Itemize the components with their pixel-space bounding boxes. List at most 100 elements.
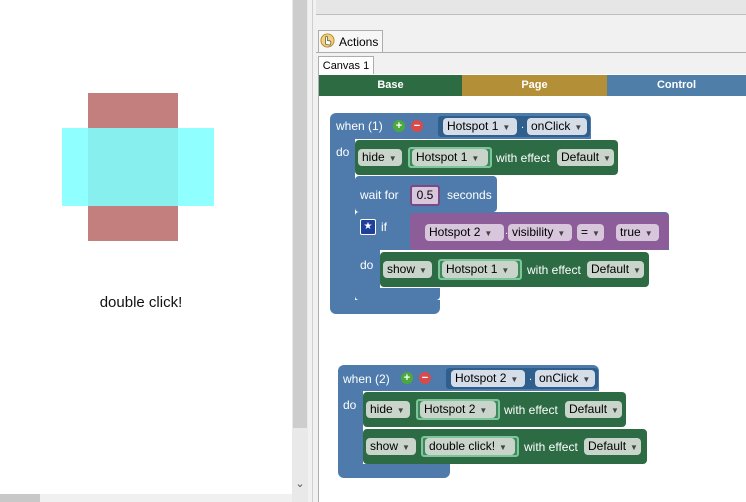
dot-separator: . [521,119,525,131]
show-2-target-value: double click! [429,439,496,453]
add-icon[interactable]: + [393,120,405,132]
category-page[interactable]: Page [462,75,607,96]
when-1-target-dropdown[interactable]: Hotspot 1 ▼ [443,118,517,135]
hotspot-2-shape[interactable] [62,128,214,206]
when-2-target-dropdown[interactable]: Hotspot 2 ▼ [451,370,525,387]
show-2-target-dropdown[interactable]: double click! ▼ [425,438,515,455]
wait-duration-input[interactable]: 0.5 [410,185,440,206]
dropdown-arrow-icon: ▼ [499,443,507,452]
show-target-dropdown[interactable]: Hotspot 1 ▼ [442,261,518,278]
dropdown-arrow-icon: ▼ [402,443,410,452]
hide-effect-label: with effect [496,151,550,165]
dropdown-arrow-icon: ▼ [603,154,611,163]
show-action-dropdown[interactable]: show ▼ [383,261,432,278]
category-control[interactable]: Control [607,75,746,96]
double-click-text[interactable]: double click! [0,294,282,311]
dropdown-arrow-icon: ▼ [557,229,566,238]
when-2-do-label: do [343,398,357,412]
tab-separator [316,52,746,53]
dropdown-arrow-icon: ▼ [592,229,600,238]
condition-operator-dropdown[interactable]: = ▼ [577,224,604,241]
preview-canvas [0,0,292,494]
dropdown-arrow-icon: ▼ [644,229,653,238]
dropdown-arrow-icon: ▼ [396,406,405,415]
dropdown-arrow-icon: ▼ [510,375,519,384]
tab-actions-label: Actions [339,35,379,49]
hide-target-dropdown[interactable]: Hotspot 1 ▼ [412,149,488,166]
show-action-value: show [387,262,416,276]
if-do-label: do [360,258,374,272]
add-icon[interactable]: + [401,372,413,384]
show-2-effect-label: with effect [524,440,578,454]
when-2-target-value: Hotspot 2 [455,371,507,385]
when-2-block-footer [338,464,450,478]
star-icon[interactable]: ★ [360,219,376,235]
if-label: if [381,220,387,234]
preview-vertical-scroll-thumb[interactable] [293,0,307,428]
condition-target-value: Hotspot 2 [429,225,481,239]
hide-2-effect-label: with effect [504,403,558,417]
dropdown-arrow-icon: ▼ [633,266,641,275]
when-1-label: when (1) [336,119,383,133]
hide-2-target-dropdown[interactable]: Hotspot 2 ▼ [420,401,496,418]
show-effect-value: Default [591,262,630,276]
condition-value-value: true [620,225,641,239]
show-2-action-value: show [370,439,399,453]
dropdown-arrow-icon: ▼ [574,123,583,132]
hide-2-effect-dropdown[interactable]: Default ▼ [565,401,622,418]
hide-action-dropdown[interactable]: hide ▼ [358,149,402,166]
hide-2-action-value: hide [370,402,393,416]
show-target-value: Hotspot 1 [446,262,498,276]
condition-operator-value: = [581,225,589,239]
when-1-event-value: onClick [531,119,571,133]
dropdown-arrow-icon: ▼ [502,123,511,132]
show-2-action-dropdown[interactable]: show ▼ [366,438,416,455]
wait-label: wait for [360,188,399,202]
if-block-footer [355,288,440,300]
when-1-event-dropdown[interactable]: onClick ▼ [527,118,587,135]
hide-2-effect-value: Default [569,402,608,416]
wait-unit-label: seconds [447,188,492,202]
dropdown-arrow-icon: ▼ [611,406,619,415]
hide-2-action-dropdown[interactable]: hide ▼ [366,401,410,418]
when-1-target-value: Hotspot 1 [447,119,499,133]
hide-action-value: hide [362,150,385,164]
condition-property-dropdown[interactable]: visibility ▼ [508,224,572,241]
hide-target-value: Hotspot 1 [416,150,468,164]
dropdown-arrow-icon: ▼ [630,443,638,452]
remove-icon[interactable]: − [419,372,431,384]
dropdown-arrow-icon: ▼ [388,154,397,163]
category-base[interactable]: Base [319,75,462,96]
dropdown-arrow-icon: ▼ [479,406,488,415]
dropdown-arrow-icon: ▼ [484,229,493,238]
when-1-block-footer [330,300,440,314]
show-2-effect-value: Default [588,439,627,453]
dropdown-arrow-icon: ▼ [471,154,480,163]
when-2-event-value: onClick [539,371,579,385]
tab-canvas-1[interactable]: Canvas 1 [318,56,374,75]
hand-cursor-icon [320,33,335,48]
panel-divider [312,0,313,502]
condition-value-dropdown[interactable]: true ▼ [616,224,659,241]
preview-horizontal-scroll-thumb[interactable] [0,494,40,502]
toolbar-strip [316,0,746,15]
dropdown-arrow-icon: ▼ [419,266,427,275]
scroll-down-icon[interactable]: ⌄ [292,476,308,492]
hide-effect-dropdown[interactable]: Default ▼ [557,149,614,166]
when-1-block-body [330,139,355,304]
when-2-event-dropdown[interactable]: onClick ▼ [535,370,595,387]
show-effect-dropdown[interactable]: Default ▼ [587,261,644,278]
show-effect-label: with effect [527,263,581,277]
condition-property-value: visibility [512,225,554,239]
show-2-effect-dropdown[interactable]: Default ▼ [584,438,641,455]
dropdown-arrow-icon: ▼ [501,266,510,275]
when-2-label: when (2) [343,372,390,386]
preview-horizontal-scrollbar[interactable] [0,494,292,502]
condition-target-dropdown[interactable]: Hotspot 2 ▼ [425,224,504,241]
hide-effect-value: Default [561,150,600,164]
dropdown-arrow-icon: ▼ [582,375,591,384]
hide-2-target-value: Hotspot 2 [424,402,476,416]
when-1-do-label: do [336,145,350,159]
remove-icon[interactable]: − [411,120,423,132]
dot-separator: . [529,371,533,383]
